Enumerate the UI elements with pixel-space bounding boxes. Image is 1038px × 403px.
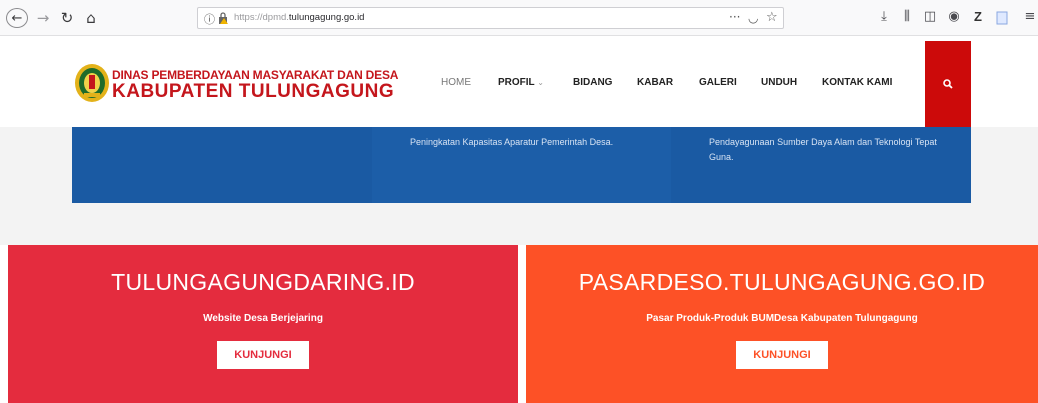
- url-domain: tulungagung.go.id: [288, 12, 365, 23]
- sidebar-icon[interactable]: ◫: [922, 9, 938, 27]
- kunjungi-button[interactable]: KUNJUNGI: [217, 341, 309, 369]
- zotero-icon[interactable]: Z: [970, 9, 986, 27]
- org-name-line1[interactable]: DINAS PEMBERDAYAAN MASYARAKAT DAN DESA: [112, 68, 398, 82]
- service-text-1: Peningkatan Kapasitas Aparatur Pemerinta…: [410, 137, 614, 147]
- card-pasardeso: PASARDESO.TULUNGAGUNG.GO.ID Pasar Produk…: [526, 245, 1038, 403]
- org-name-line2[interactable]: KABUPATEN TULUNGAGUNG: [112, 81, 394, 103]
- service-item-1: Peningkatan Kapasitas Aparatur Pemerinta…: [372, 127, 671, 203]
- nav-profil[interactable]: PROFIL ⌄: [498, 77, 544, 88]
- card-subtitle: Website Desa Berjejaring: [203, 313, 323, 324]
- back-arrow-icon[interactable]: ←: [6, 8, 28, 28]
- service-text-2: Pendayagunaan Sumber Daya Alam dan Tekno…: [709, 137, 937, 162]
- search-button[interactable]: [925, 41, 971, 127]
- regency-emblem-logo[interactable]: [74, 63, 110, 103]
- nav-kontak-kami[interactable]: KONTAK KAMI: [822, 77, 892, 88]
- reload-icon[interactable]: ↻: [58, 8, 76, 28]
- browser-toolbar: ← → ↻ ⌂ ⓘ https://dpmd.tulungagung.go.id…: [0, 0, 1038, 36]
- service-item-2: Pendayagunaan Sumber Daya Alam dan Tekno…: [671, 127, 971, 203]
- site-header: DINAS PEMBERDAYAAN MASYARAKAT DAN DESA K…: [0, 37, 1038, 127]
- download-icon[interactable]: ⤓: [876, 9, 892, 27]
- pocket-icon[interactable]: ◡: [748, 11, 758, 25]
- card-tulungagungdaring: TULUNGAGUNGDARING.ID Website Desa Berjej…: [8, 245, 518, 403]
- extension-icon[interactable]: [994, 9, 1010, 27]
- nav-galeri[interactable]: GALERI: [699, 77, 737, 88]
- info-icon[interactable]: ⓘ: [204, 11, 215, 27]
- home-icon[interactable]: ⌂: [82, 8, 100, 28]
- more-dots-icon[interactable]: ···: [729, 10, 740, 24]
- card-title: TULUNGAGUNGDARING.ID: [111, 269, 415, 295]
- lock-warning-icon[interactable]: [218, 12, 228, 24]
- library-icon[interactable]: ⫼: [899, 9, 915, 27]
- url-prefix: https://dpmd.: [234, 12, 289, 23]
- star-icon[interactable]: ☆: [766, 10, 778, 25]
- card-title: PASARDESO.TULUNGAGUNG.GO.ID: [578, 269, 986, 295]
- nav-profil-label: PROFIL: [498, 77, 535, 88]
- chevron-down-icon: ⌄: [537, 78, 544, 87]
- nav-bidang[interactable]: BIDANG: [573, 77, 612, 88]
- nav-unduh[interactable]: UNDUH: [761, 77, 797, 88]
- nav-home[interactable]: HOME: [441, 77, 471, 88]
- account-icon[interactable]: ◉: [946, 9, 962, 27]
- card-subtitle: Pasar Produk-Produk BUMDesa Kabupaten Tu…: [646, 313, 918, 324]
- nav-kabar[interactable]: KABAR: [637, 77, 673, 88]
- services-band: Peningkatan Kapasitas Aparatur Pemerinta…: [72, 127, 971, 203]
- forward-arrow-icon[interactable]: →: [34, 8, 52, 28]
- url-text: https://dpmd.tulungagung.go.id: [234, 12, 364, 23]
- search-icon: [943, 79, 953, 89]
- url-bar[interactable]: ⓘ https://dpmd.tulungagung.go.id ··· ◡ ☆: [197, 7, 784, 29]
- kunjungi-button[interactable]: KUNJUNGI: [736, 341, 828, 369]
- hamburger-menu-icon[interactable]: ≡: [1022, 9, 1038, 27]
